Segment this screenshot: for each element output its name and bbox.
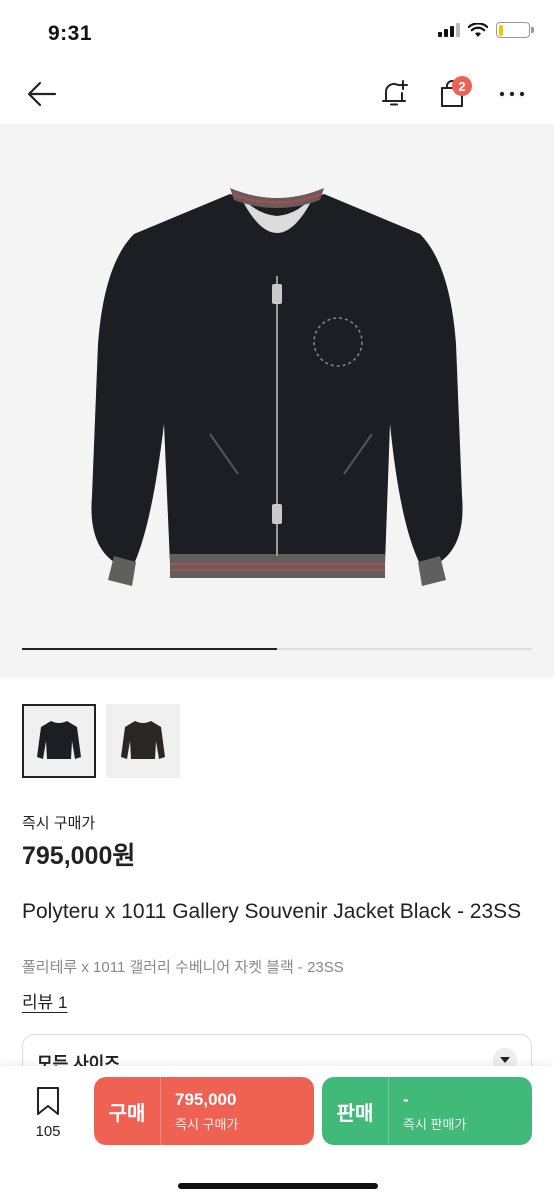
wish-button[interactable]: 105 — [26, 1086, 70, 1140]
price: 795,000원 — [22, 842, 136, 870]
thumbnail-list — [22, 704, 180, 778]
sell-price: - — [403, 1089, 409, 1109]
gallery-progress-fill — [22, 648, 277, 650]
battery-icon — [496, 22, 534, 38]
product-subtitle: 폴리테루 x 1011 갤러리 수베니어 자켓 블랙 - 23SS — [22, 959, 344, 976]
sell-button-info: - 즉시 판매가 — [389, 1090, 466, 1133]
signal-icon — [438, 23, 460, 37]
status-icons — [438, 22, 534, 38]
status-bar: 9:31 — [0, 0, 554, 64]
product-image[interactable] — [0, 124, 554, 678]
gallery-progress — [22, 648, 532, 650]
sell-button[interactable]: 판매 - 즉시 판매가 — [322, 1077, 532, 1145]
alert-button[interactable] — [374, 74, 414, 114]
review-link[interactable]: 리뷰 1 — [22, 988, 67, 1013]
bookmark-icon — [37, 1087, 59, 1115]
top-nav: 2 — [0, 64, 554, 124]
home-indicator — [178, 1183, 378, 1189]
more-horizontal-icon — [499, 91, 525, 97]
buy-button[interactable]: 구매 795,000 즉시 구매가 — [94, 1077, 314, 1145]
price-label: 즉시 구매가 — [22, 815, 96, 832]
status-time: 9:31 — [48, 22, 93, 45]
jacket-image — [91, 188, 463, 586]
sell-price-label: 즉시 판매가 — [403, 1116, 467, 1132]
buy-button-info: 795,000 즉시 구매가 — [161, 1090, 238, 1133]
thumbnail-reverse[interactable] — [106, 704, 180, 778]
battery-level — [498, 24, 503, 36]
thumbnail-front[interactable] — [22, 704, 96, 778]
jacket-thumbnail — [121, 721, 165, 759]
product-title: Polyteru x 1011 Gallery Souvenir Jacket … — [22, 900, 522, 923]
cart-count-badge: 2 — [452, 76, 472, 96]
wifi-icon — [468, 22, 488, 37]
wish-count: 105 — [35, 1123, 61, 1140]
bottom-action-bar: 105 구매 795,000 즉시 구매가 판매 - 즉시 판매가 — [0, 1066, 554, 1200]
buy-button-label: 구매 — [108, 1102, 146, 1125]
more-button[interactable] — [492, 74, 532, 114]
sell-button-label: 판매 — [336, 1102, 374, 1125]
jacket-thumbnail — [37, 721, 81, 759]
buy-price-label: 즉시 구매가 — [175, 1116, 239, 1132]
arrow-left-icon — [27, 81, 57, 107]
back-button[interactable] — [22, 74, 62, 114]
bell-plus-icon — [382, 80, 408, 106]
cart-button[interactable]: 2 — [432, 74, 472, 114]
buy-price: 795,000 — [175, 1089, 237, 1109]
